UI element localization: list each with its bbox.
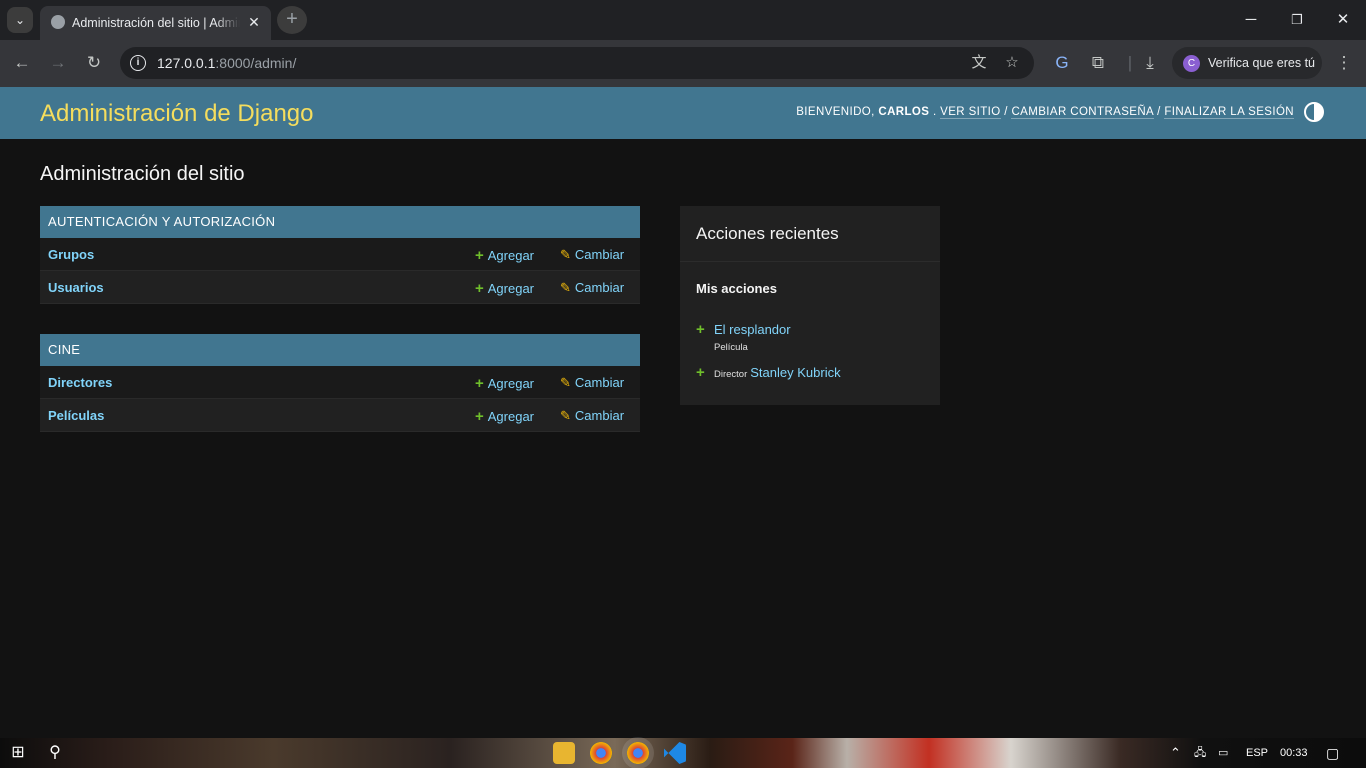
address-bar[interactable]: i 127.0.0.1:8000/admin/ 文 ☆ bbox=[120, 47, 1034, 79]
browser-menu-icon[interactable]: ⋮ bbox=[1332, 51, 1356, 75]
notifications-icon[interactable]: ▢ bbox=[1326, 738, 1339, 768]
slash-separator: / bbox=[1004, 106, 1008, 118]
welcome-text: BIENVENIDO, bbox=[796, 106, 875, 118]
recent-action-link[interactable]: El resplandor bbox=[714, 322, 791, 337]
network-icon[interactable]: 🖧 bbox=[1194, 738, 1206, 768]
model-link[interactable]: Películas bbox=[48, 408, 104, 423]
content-type-label: Película bbox=[714, 342, 748, 353]
pencil-icon: ✎ bbox=[560, 375, 571, 390]
search-icon[interactable]: ⚲ bbox=[44, 738, 66, 768]
plus-icon: + bbox=[475, 280, 484, 297]
site-info-icon[interactable]: i bbox=[130, 55, 146, 71]
globe-favicon-icon bbox=[51, 15, 65, 29]
addition-plus-icon: + bbox=[696, 321, 705, 338]
dot-separator: . bbox=[932, 106, 937, 118]
app-caption-link[interactable]: AUTENTICACIÓN Y AUTORIZACIÓN bbox=[40, 206, 640, 238]
pencil-icon: ✎ bbox=[560, 280, 571, 295]
model-row: Películas + Agregar ✎ Cambiar bbox=[40, 399, 640, 432]
app-module-cine: CINE Directores + Agregar ✎ Cambiar Pelícu… bbox=[40, 334, 640, 432]
browser-toolbar: ← → ↻ i 127.0.0.1:8000/admin/ 文 ☆ G ⧉ | … bbox=[0, 40, 1366, 87]
change-link[interactable]: ✎ Cambiar bbox=[560, 280, 624, 296]
model-link[interactable]: Directores bbox=[48, 375, 112, 390]
user-tools: BIENVENIDO, CARLOS . VER SITIO / CAMBIAR… bbox=[796, 104, 1294, 120]
windows-start-icon[interactable]: ⊞ bbox=[8, 738, 28, 768]
change-link[interactable]: ✎ Cambiar bbox=[560, 408, 624, 424]
add-link[interactable]: + Agregar bbox=[475, 280, 534, 297]
language-indicator[interactable]: ESP bbox=[1246, 738, 1268, 768]
plus-icon: + bbox=[475, 408, 484, 425]
model-row: Directores + Agregar ✎ Cambiar bbox=[40, 366, 640, 399]
model-row: Grupos + Agregar ✎ Cambiar bbox=[40, 238, 640, 271]
vscode-icon[interactable] bbox=[664, 742, 686, 764]
browser-tab[interactable]: Administración del sitio | Administració… bbox=[40, 6, 271, 40]
minimize-icon[interactable]: ─ bbox=[1228, 0, 1274, 40]
model-link[interactable]: Usuarios bbox=[48, 280, 104, 295]
addition-plus-icon: + bbox=[696, 364, 705, 381]
model-row: Usuarios + Agregar ✎ Cambiar bbox=[40, 271, 640, 304]
logout-link[interactable]: FINALIZAR LA SESIÓN bbox=[1164, 106, 1294, 119]
site-branding[interactable]: Administración de Django bbox=[40, 99, 313, 129]
username: CARLOS bbox=[878, 106, 930, 118]
admin-content: Administración del sitio AUTENTICACIÓN Y… bbox=[0, 139, 1366, 738]
model-link[interactable]: Grupos bbox=[48, 247, 94, 262]
clock[interactable]: 00:33 bbox=[1280, 738, 1308, 768]
pencil-icon: ✎ bbox=[560, 408, 571, 423]
plus-icon: + bbox=[475, 375, 484, 392]
slash-separator: / bbox=[1157, 106, 1161, 118]
add-link[interactable]: + Agregar bbox=[475, 247, 534, 264]
extensions-puzzle-icon[interactable]: ⧉ bbox=[1086, 51, 1110, 75]
my-actions-heading: Mis acciones bbox=[696, 281, 777, 296]
recent-action-link[interactable]: Director Stanley Kubrick bbox=[714, 365, 841, 380]
pencil-icon: ✎ bbox=[560, 247, 571, 262]
restore-icon[interactable]: ❐ bbox=[1274, 0, 1320, 40]
profile-avatar: C bbox=[1183, 55, 1200, 72]
downloads-icon[interactable]: ⤓ bbox=[1138, 51, 1162, 75]
browser-tab-bar: ⌄ Administración del sitio | Administrac… bbox=[0, 0, 1366, 40]
change-link[interactable]: ✎ Cambiar bbox=[560, 375, 624, 391]
view-site-link[interactable]: VER SITIO bbox=[940, 106, 1001, 119]
chrome-active-icon[interactable] bbox=[627, 742, 649, 764]
tab-title: Administración del sitio | Administració… bbox=[72, 16, 240, 30]
app-module-auth: AUTENTICACIÓN Y AUTORIZACIÓN Grupos + Agr… bbox=[40, 206, 640, 304]
add-link[interactable]: + Agregar bbox=[475, 408, 534, 425]
back-arrow-icon[interactable]: ← bbox=[10, 51, 34, 75]
admin-header: Administración de Django BIENVENIDO, CAR… bbox=[0, 87, 1366, 139]
window-close-icon[interactable]: ✕ bbox=[1320, 0, 1366, 40]
battery-icon[interactable]: ▭ bbox=[1218, 738, 1228, 768]
tray-chevron-icon[interactable]: ⌃ bbox=[1170, 738, 1181, 768]
forward-arrow-icon[interactable]: → bbox=[46, 51, 70, 75]
profile-label: Verifica que eres tú bbox=[1208, 56, 1316, 70]
theme-toggle-icon[interactable] bbox=[1304, 102, 1324, 122]
profile-chip[interactable]: C Verifica que eres tú bbox=[1172, 47, 1322, 79]
content-type-label: Director bbox=[714, 369, 748, 380]
chrome-icon[interactable] bbox=[590, 742, 612, 764]
windows-taskbar: ⊞ ⚲ ⌃ 🖧 ▭ ESP 00:33 ▢ bbox=[0, 738, 1366, 768]
file-explorer-icon[interactable] bbox=[553, 742, 575, 764]
new-tab-button[interactable]: + bbox=[277, 6, 307, 34]
google-translate-extension-icon[interactable]: G bbox=[1050, 51, 1074, 75]
change-password-link[interactable]: CAMBIAR CONTRASEÑA bbox=[1011, 106, 1154, 119]
reload-icon[interactable]: ↻ bbox=[82, 51, 106, 75]
divider bbox=[680, 261, 940, 262]
plus-icon: + bbox=[475, 247, 484, 264]
recent-actions-title: Acciones recientes bbox=[696, 224, 839, 243]
bookmark-star-icon[interactable]: ☆ bbox=[1001, 52, 1023, 74]
page-title: Administración del sitio bbox=[40, 163, 245, 185]
tab-close-icon[interactable]: ✕ bbox=[245, 13, 263, 31]
add-link[interactable]: + Agregar bbox=[475, 375, 534, 392]
change-link[interactable]: ✎ Cambiar bbox=[560, 247, 624, 263]
address-url[interactable]: 127.0.0.1:8000/admin/ bbox=[157, 54, 296, 72]
translate-icon[interactable]: 文 bbox=[968, 52, 990, 74]
recent-actions-panel: Acciones recientes Mis acciones + El res… bbox=[680, 206, 940, 405]
tab-search-chevron-icon[interactable]: ⌄ bbox=[7, 7, 33, 33]
app-caption-link[interactable]: CINE bbox=[40, 334, 640, 366]
